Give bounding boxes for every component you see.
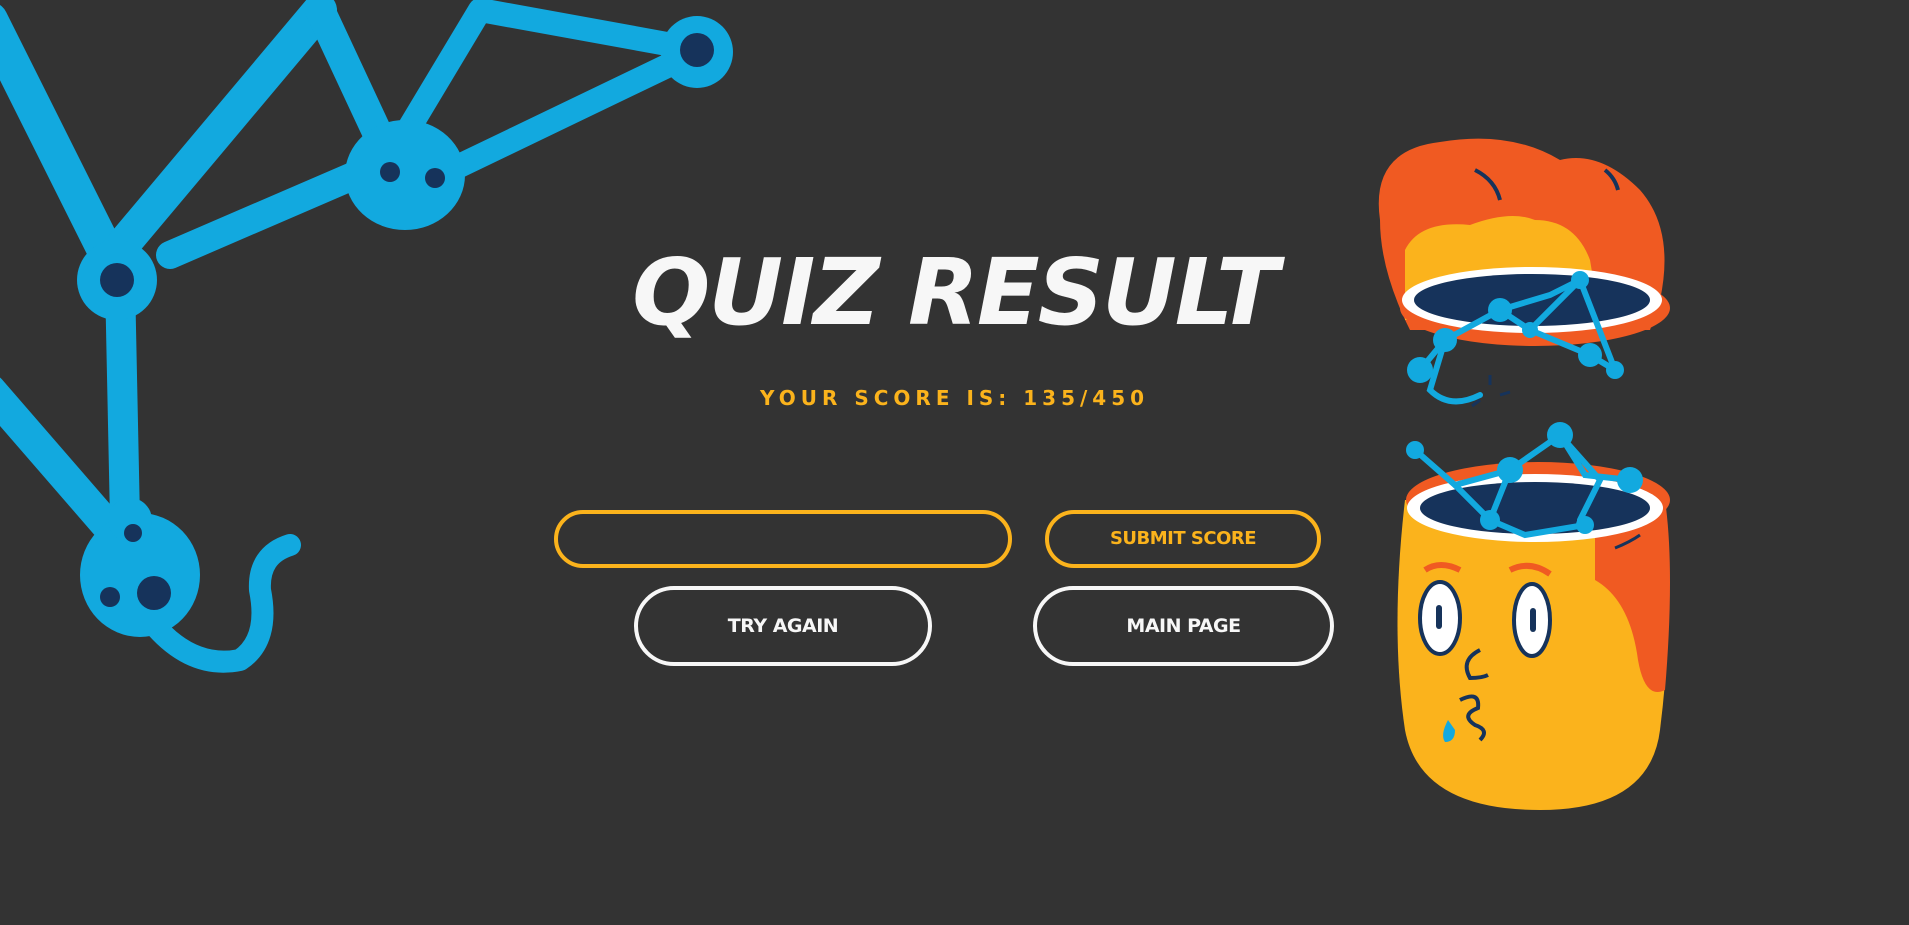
molecule-illustration — [0, 0, 733, 673]
player-name-input[interactable] — [554, 510, 1012, 568]
submit-score-button[interactable]: SUBMIT SCORE — [1045, 510, 1321, 568]
main-page-button[interactable]: MAIN PAGE — [1033, 586, 1334, 666]
page-title: QUIZ RESULT — [632, 239, 1279, 346]
open-head-brain-network-illustration — [1378, 138, 1670, 810]
quiz-result-page: QUIZ RESULT YOUR SCORE IS: 135/450 SUBMI… — [0, 0, 1909, 925]
score-text: YOUR SCORE IS: 135/450 — [759, 386, 1150, 410]
try-again-button[interactable]: TRY AGAIN — [634, 586, 932, 666]
